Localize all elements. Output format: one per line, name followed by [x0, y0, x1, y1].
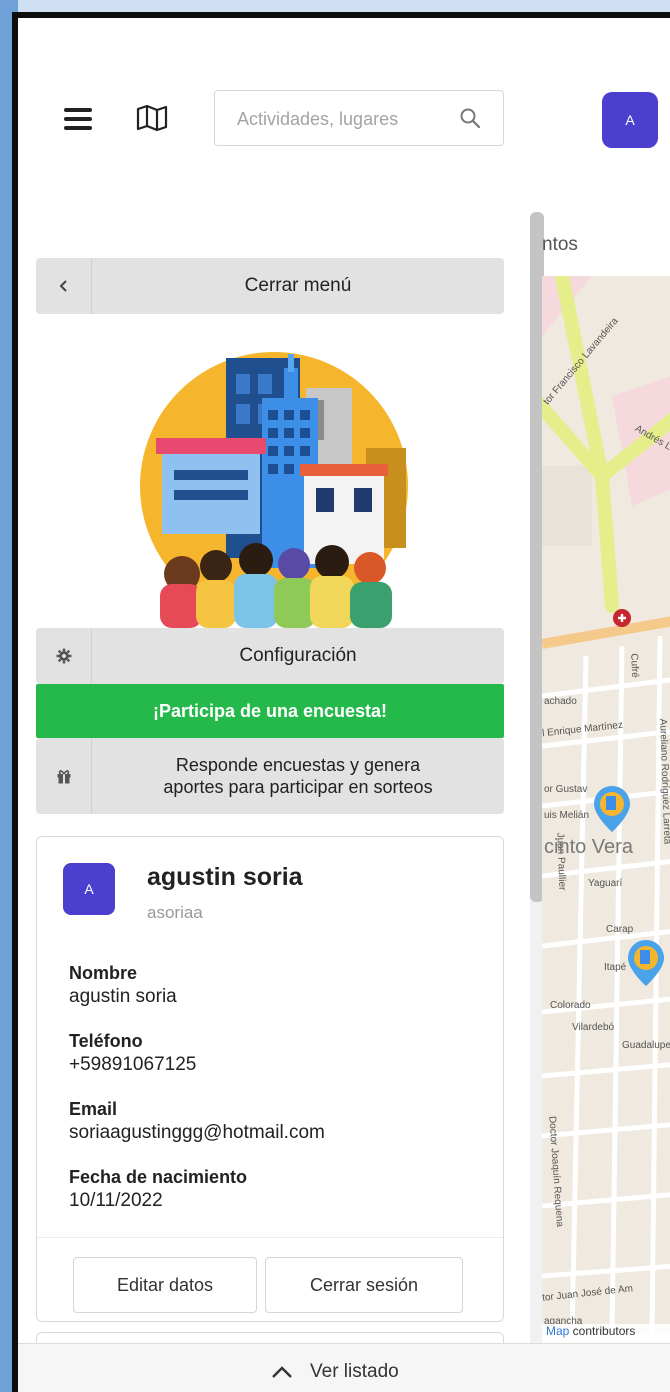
- map-street-labels: Cufré achado l Enrique Martínez Aurelian…: [542, 276, 670, 1334]
- street-label: Andrés Lam: [632, 423, 670, 460]
- settings-label: Configuración: [239, 645, 357, 666]
- logout-button[interactable]: Cerrar sesión: [265, 1257, 463, 1313]
- street-label: Yaguarí: [588, 878, 623, 889]
- map-attribution-link[interactable]: Map: [546, 1324, 569, 1338]
- field-email: Email soriaagustinggg@hotmail.com: [69, 1099, 325, 1144]
- profile-username: asoriaa: [147, 903, 203, 922]
- street-label: Aureliano Rodríguez Larreta: [657, 718, 670, 845]
- community-illustration: [36, 338, 504, 628]
- survey-banner-button[interactable]: ¡Participa de una encuesta!: [36, 684, 504, 738]
- gift-icon: [36, 738, 92, 814]
- avatar: A: [63, 863, 115, 915]
- side-menu: Cerrar menú Configuración ¡Participa de …: [36, 258, 504, 1392]
- street-label: l Enrique Martínez: [542, 719, 624, 740]
- field-phone: Teléfono +59891067125: [69, 1031, 196, 1076]
- menu-icon[interactable]: [64, 108, 92, 130]
- map-attribution: Map contributors: [542, 1324, 670, 1344]
- field-value: agustin soria: [69, 986, 177, 1007]
- surveys-label: Responde encuestas y genera aportes para…: [92, 754, 504, 798]
- chevron-up-icon: [272, 1366, 292, 1378]
- gear-icon: [36, 628, 92, 684]
- field-value: 10/11/2022: [69, 1190, 163, 1211]
- map-attribution-text: contributors: [569, 1324, 636, 1338]
- street-label: Doctor Joaquín Requena: [546, 1115, 565, 1228]
- search-placeholder: Actividades, lugares: [237, 109, 399, 129]
- user-avatar-button[interactable]: A: [602, 92, 658, 148]
- profile-display-name: agustin soria: [147, 863, 303, 891]
- settings-button[interactable]: Configuración: [36, 628, 504, 684]
- field-label: Email: [69, 1099, 118, 1119]
- map-section-title: ntos: [542, 234, 578, 255]
- street-label: tor Francisco Lavandeira: [542, 315, 621, 408]
- field-label: Teléfono: [69, 1031, 143, 1051]
- surveys-button[interactable]: Responde encuestas y genera aportes para…: [36, 738, 504, 814]
- search-input[interactable]: Actividades, lugares: [214, 90, 504, 146]
- top-header: Actividades, lugares A: [18, 18, 670, 208]
- street-label: or Gustav: [544, 784, 588, 795]
- app-window: Actividades, lugares A Cerrar menú Confi…: [12, 12, 670, 1392]
- search-icon[interactable]: [459, 107, 481, 129]
- card-divider: [37, 1237, 503, 1238]
- surveys-label-line2: aportes para participar en sorteos: [163, 777, 433, 797]
- edit-data-button[interactable]: Editar datos: [73, 1257, 257, 1313]
- view-list-label: Ver listado: [310, 1361, 399, 1382]
- field-birthdate: Fecha de nacimiento 10/11/2022: [69, 1167, 247, 1212]
- map-view[interactable]: Cufré achado l Enrique Martínez Aurelian…: [542, 276, 670, 1334]
- street-label: Itapé: [604, 962, 627, 973]
- close-menu-label: Cerrar menú: [244, 275, 352, 296]
- field-label: Fecha de nacimiento: [69, 1167, 248, 1187]
- close-menu-button[interactable]: Cerrar menú: [36, 258, 504, 314]
- field-label: Nombre: [69, 963, 138, 983]
- neighborhood-label: cinto Vera: [544, 836, 633, 858]
- field-name: Nombre agustin soria: [69, 963, 177, 1008]
- street-label: Carap: [606, 924, 634, 935]
- street-label: achado: [544, 696, 577, 707]
- chevron-left-icon: [36, 258, 92, 314]
- surveys-label-line1: Responde encuestas y genera: [175, 755, 421, 775]
- street-label: Cufré: [628, 653, 641, 678]
- street-label: Vilardebó: [572, 1022, 615, 1033]
- map-icon[interactable]: [136, 104, 168, 132]
- field-value: soriaagustinggg@hotmail.com: [69, 1122, 325, 1143]
- field-value: +59891067125: [69, 1054, 197, 1075]
- view-list-bar[interactable]: Ver listado: [18, 1343, 670, 1392]
- profile-card: A agustin soria asoriaa Nombre agustin s…: [36, 836, 504, 1322]
- street-label: uis Melián: [544, 810, 590, 821]
- street-label: tor Juan José de Am: [542, 1283, 634, 1304]
- street-label: Guadalupe: [622, 1040, 670, 1051]
- street-label: Colorado: [550, 1000, 591, 1011]
